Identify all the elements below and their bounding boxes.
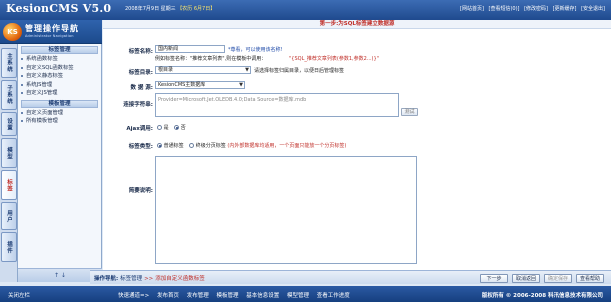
sidebar-menu: 标签管理 系统函数标签 自定义SQL函数标签 自定义静态标签 系统JS管理 自定… — [18, 44, 102, 282]
quick-link-models[interactable]: 模型管理 — [287, 293, 309, 299]
top-bar: KesionCMS V5.0 2008年7月9日 星期三 【农历 6月7日】 [… — [0, 0, 611, 20]
logo-sub-text: Administrator Navigation — [25, 34, 74, 38]
ajax-yes-label: 是 — [163, 125, 169, 131]
help-button[interactable]: 查看帮助 — [576, 274, 604, 283]
tab-labels[interactable]: 标签 — [1, 170, 17, 200]
menu-item-custom-js[interactable]: 自定义JS管理 — [18, 89, 101, 98]
link-home[interactable]: [网站首页] — [460, 6, 484, 12]
link-refresh-cache[interactable]: [更新缓存] — [553, 6, 577, 12]
example-text: 例如标签名称："推荐文章列表",则在模板中调用： — [155, 56, 267, 62]
label-ajax: Ajax调用: — [126, 126, 153, 132]
quick-link-basic-settings[interactable]: 基本信息设置 — [246, 293, 279, 299]
label-description: 简要说明: — [128, 188, 153, 194]
datasource-value: KesionCMS主数据库 — [158, 82, 206, 88]
app-title: KesionCMS V5.0 — [6, 2, 112, 15]
label-name: 标签名称: — [128, 49, 153, 55]
menu-item-custom-pages[interactable]: 自定义页面管理 — [18, 109, 101, 118]
type-normal-label: 普通标签 — [163, 143, 184, 149]
quick-link-publish-manage[interactable]: 发布管理 — [187, 293, 209, 299]
save-button[interactable]: 确定保存 — [544, 274, 572, 283]
menu-item-custom-static-labels[interactable]: 自定义静态标签 — [18, 72, 101, 81]
ajax-no-radio[interactable] — [174, 124, 180, 130]
logo-badge-icon: KS — [3, 23, 22, 41]
lunar-date: 【农历 6月7日】 — [177, 6, 216, 12]
operation-nav-bar: 操作导航: 标签管理 >> 添加自定义函数标签 下一步 取消返回 确定保存 查看… — [90, 270, 611, 284]
ajax-radio-group: 是 否 — [157, 124, 186, 131]
link-change-password[interactable]: [修改密码] — [524, 6, 548, 12]
next-step-button[interactable]: 下一步 — [480, 274, 508, 283]
copyright: 版权所有 © 2006-2008 科汛信息技术有限公司 — [481, 293, 603, 299]
type-hint: (内外部数据库均适用，一个页面只能放一个分页标签) — [227, 143, 347, 149]
tab-sub-system[interactable]: 子系统 — [1, 80, 17, 110]
chevron-down-icon: ▼ — [239, 82, 243, 88]
label-directory: 标签目录: — [128, 70, 153, 76]
type-normal-radio[interactable] — [157, 142, 162, 148]
description-textarea[interactable] — [155, 156, 417, 264]
label-type: 标签类型: — [128, 144, 153, 150]
scroll-arrows-icon[interactable]: ↑ ↓ — [54, 272, 66, 279]
connection-string-textarea[interactable]: Provider=Microsoft.Jet.OLEDB.4.0;Data So… — [155, 93, 399, 117]
nav-logo: KS 管理操作导航 Administrator Navigation — [0, 20, 102, 44]
main-content: 第一步:为SQL标签建立数据源 标签名称: 国内新闻 *尊看，可以使用该名称! … — [103, 20, 611, 282]
name-input[interactable]: 国内新闻 — [155, 45, 225, 53]
breadcrumb-current[interactable]: 标签管理 — [120, 276, 142, 282]
breadcrumb-arrow: >> — [144, 276, 154, 282]
datasource-select[interactable]: KesionCMS主数据库 ▼ — [155, 81, 245, 89]
test-button[interactable]: 测试 — [401, 108, 418, 116]
directory-select[interactable]: 根目录 ▼ — [155, 66, 251, 74]
menu-item-custom-sql-labels[interactable]: 自定义SQL函数标签 — [18, 64, 101, 73]
tab-users[interactable]: 用户 — [1, 202, 17, 230]
directory-value: 根目录 — [158, 67, 174, 73]
quick-links-label: 快速通道=> — [118, 293, 150, 299]
menu-item-system-function-labels[interactable]: 系统函数标签 — [18, 55, 101, 64]
type-paging-radio[interactable] — [189, 142, 195, 148]
breadcrumb-action: 添加自定义函数标签 — [155, 276, 205, 282]
date-text: 2008年7月9日 星期三 — [125, 6, 176, 12]
type-radio-group: 普通标签 终级分页标签 (内外部数据库均适用，一个页面只能放一个分页标签) — [157, 142, 346, 149]
directory-hint: 请选择标签归属目录，以便日后管理标签 — [254, 68, 345, 74]
ajax-no-label: 否 — [180, 125, 186, 131]
step-title: 第一步:为SQL标签建立数据源 — [103, 20, 611, 29]
top-links: [网站首页] [查看短信(0)] [修改密码] [更新缓存] [安全退出] — [457, 5, 605, 12]
breadcrumb: 操作导航: 标签管理 >> 添加自定义函数标签 — [94, 274, 205, 282]
tab-main-system[interactable]: 主系统 — [1, 48, 17, 78]
menu-item-system-js[interactable]: 系统JS管理 — [18, 81, 101, 90]
quick-link-publish-home[interactable]: 发布首页 — [157, 293, 179, 299]
tab-models[interactable]: 模型 — [1, 138, 17, 168]
label-datasource: 数 据 源: — [130, 85, 153, 91]
tab-plugins[interactable]: 插件 — [1, 232, 17, 262]
nav-label: 操作导航: — [94, 276, 119, 282]
quick-link-progress[interactable]: 查看工作进度 — [317, 293, 350, 299]
close-left-panel[interactable]: 关闭左栏 — [8, 291, 30, 299]
menu-section-templates: 模板管理 — [21, 99, 98, 108]
vertical-tabs: 主系统 子系统 设置 模型 标签 用户 插件 — [0, 44, 18, 282]
cancel-button[interactable]: 取消返回 — [512, 274, 540, 283]
example-call: "{SQL_推荐文章列表(参数1,参数2...)}" — [289, 56, 379, 62]
chevron-down-icon: ▼ — [245, 67, 249, 73]
name-hint: *尊看，可以使用该名称! — [228, 47, 283, 53]
date-display: 2008年7月9日 星期三 【农历 6月7日】 — [125, 5, 215, 12]
ajax-yes-radio[interactable] — [157, 124, 162, 130]
type-paging-label: 终级分页标签 — [195, 143, 226, 149]
link-messages[interactable]: [查看短信(0)] — [489, 6, 520, 12]
logo-main-text: 管理操作导航 — [25, 24, 79, 33]
footer: 关闭左栏 快速通道=> 发布首页 发布管理 模板管理 基本信息设置 模型管理 查… — [0, 286, 611, 302]
link-logout[interactable]: [安全退出] — [581, 6, 605, 12]
menu-section-labels: 标签管理 — [21, 46, 98, 54]
quick-links: 快速通道=> 发布首页 发布管理 模板管理 基本信息设置 模型管理 查看工作进度 — [118, 291, 356, 299]
menu-item-all-templates[interactable]: 所有模板管理 — [18, 117, 101, 126]
quick-link-templates[interactable]: 模板管理 — [217, 293, 239, 299]
tab-settings[interactable]: 设置 — [1, 112, 17, 136]
label-connection: 连接字符串: — [123, 102, 153, 108]
